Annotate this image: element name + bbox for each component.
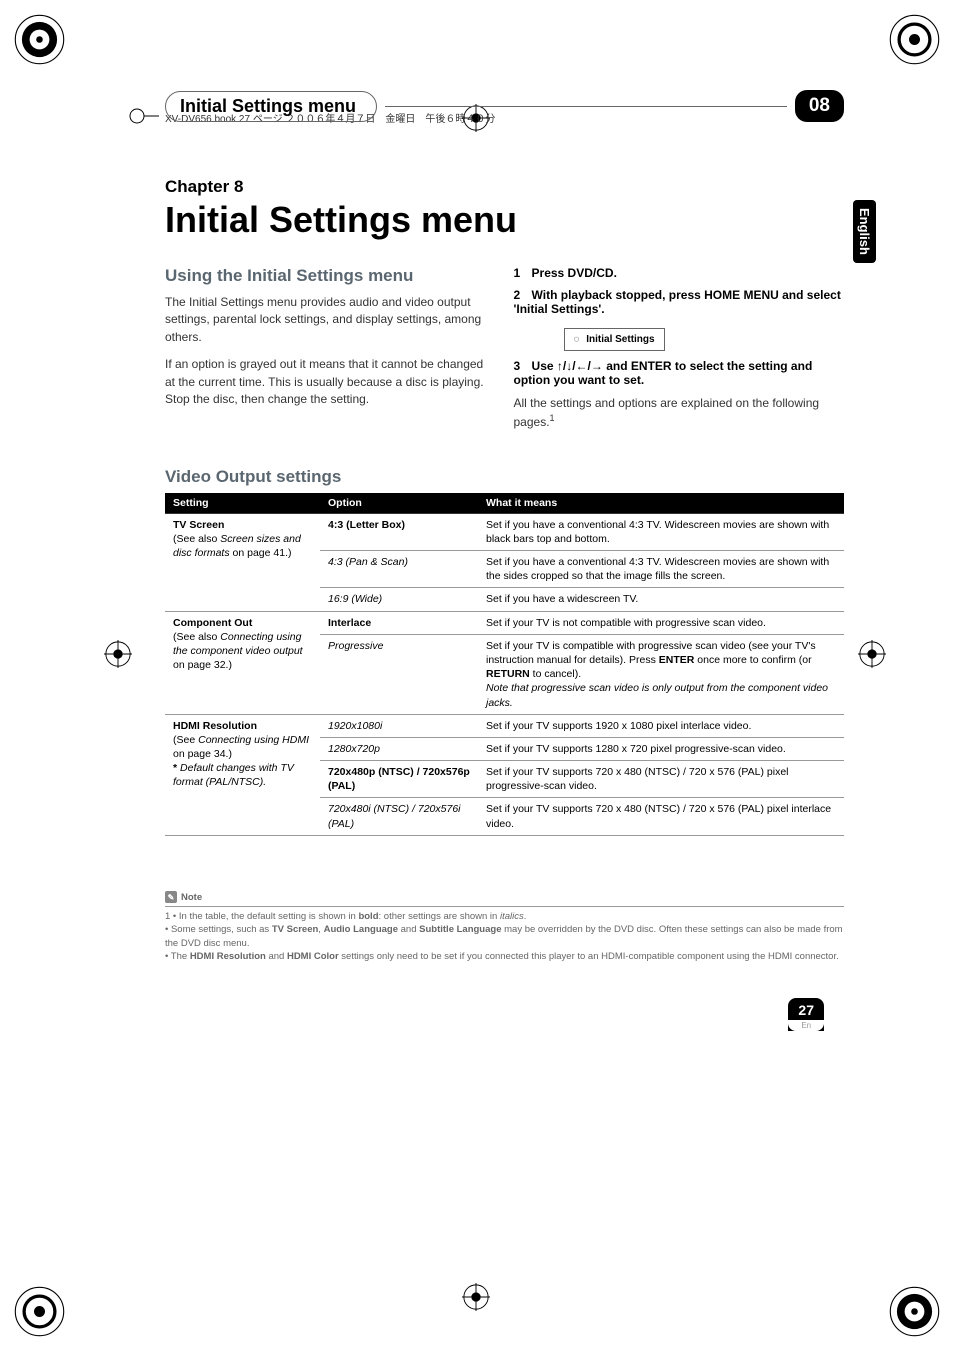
step-1: 1 Press DVD/CD. — [514, 266, 845, 280]
note-line-3: • The HDMI Resolution and HDMI Color set… — [165, 950, 844, 963]
note-line-2: • Some settings, such as TV Screen, Audi… — [165, 923, 844, 950]
step-3-explain: All the settings and options are explain… — [514, 395, 845, 432]
cell-setting: TV Screen(See also Screen sizes and disc… — [165, 513, 320, 611]
step-3-arrows: ↑/↓/←/→ — [557, 359, 603, 373]
step-1-text: Press DVD/CD. — [532, 266, 617, 280]
table-row: HDMI Resolution(See Connecting using HDM… — [165, 714, 844, 737]
th-meaning: What it means — [478, 493, 844, 514]
footnote-ref: 1 — [550, 413, 555, 423]
cell-option: 4:3 (Pan & Scan) — [320, 551, 478, 588]
cell-meaning: Set if your TV supports 720 x 480 (NTSC)… — [478, 798, 844, 835]
cell-meaning: Set if you have a conventional 4:3 TV. W… — [478, 513, 844, 550]
step-2-num: 2 — [514, 288, 521, 302]
cell-option: 1280x720p — [320, 737, 478, 760]
video-output-heading: Video Output settings — [165, 467, 844, 487]
cell-setting: Component Out(See also Connecting using … — [165, 611, 320, 714]
cell-meaning: Set if your TV supports 1920 x 1080 pixe… — [478, 714, 844, 737]
page-lang: En — [788, 1020, 824, 1031]
page-header: Initial Settings menu 08 — [165, 90, 844, 122]
cell-meaning: Set if your TV supports 720 x 480 (NTSC)… — [478, 761, 844, 798]
cell-option: 16:9 (Wide) — [320, 588, 478, 611]
chapter-label: Chapter 8 — [165, 177, 844, 197]
initial-settings-box-label: Initial Settings — [586, 334, 654, 345]
note-icon: ✎ — [165, 891, 177, 903]
cell-meaning: Set if you have a conventional 4:3 TV. W… — [478, 551, 844, 588]
main-title: Initial Settings menu — [165, 199, 844, 241]
note-label: ✎ Note — [165, 891, 844, 907]
cell-meaning: Set if you have a widescreen TV. — [478, 588, 844, 611]
crop-mark-br — [887, 1284, 942, 1339]
step-2: 2 With playback stopped, press HOME MENU… — [514, 288, 845, 316]
settings-table: Setting Option What it means TV Screen(S… — [165, 493, 844, 836]
note-line-1: 1 • In the table, the default setting is… — [165, 910, 844, 923]
cell-option: 1920x1080i — [320, 714, 478, 737]
language-tab: English — [853, 200, 876, 263]
intro-para-2: If an option is grayed out it means that… — [165, 356, 496, 408]
crop-mark-bl — [12, 1284, 67, 1339]
step-3: 3 Use ↑/↓/←/→ and ENTER to select the se… — [514, 359, 845, 387]
cell-meaning: Set if your TV is compatible with progre… — [478, 634, 844, 714]
cell-option: 720x480p (NTSC) / 720x576p (PAL) — [320, 761, 478, 798]
cell-setting: HDMI Resolution(See Connecting using HDM… — [165, 714, 320, 835]
header-divider — [385, 106, 787, 107]
intro-para-1: The Initial Settings menu provides audio… — [165, 294, 496, 346]
page-number-wrap: 27 En — [165, 998, 844, 1033]
page-number: 27 — [798, 1002, 814, 1018]
cell-meaning: Set if your TV is not compatible with pr… — [478, 611, 844, 634]
footnote-block: ✎ Note 1 • In the table, the default set… — [165, 891, 844, 963]
header-title: Initial Settings menu — [180, 96, 356, 117]
step-3-num: 3 — [514, 359, 521, 373]
step-1-num: 1 — [514, 266, 521, 280]
step-3-pre: Use — [532, 359, 557, 373]
cell-option: 4:3 (Letter Box) — [320, 513, 478, 550]
table-row: TV Screen(See also Screen sizes and disc… — [165, 513, 844, 550]
disc-icon: ◌ — [574, 334, 580, 345]
th-option: Option — [320, 493, 478, 514]
th-setting: Setting — [165, 493, 320, 514]
cell-option: Interlace — [320, 611, 478, 634]
table-row: Component Out(See also Connecting using … — [165, 611, 844, 634]
registration-mark-bottom — [462, 1283, 490, 1311]
cell-option: Progressive — [320, 634, 478, 714]
step-2-text: With playback stopped, press HOME MENU a… — [514, 288, 841, 316]
header-chapter-number: 08 — [795, 90, 844, 122]
cell-option: 720x480i (NTSC) / 720x576i (PAL) — [320, 798, 478, 835]
using-heading: Using the Initial Settings menu — [165, 266, 496, 286]
initial-settings-box: ◌ Initial Settings — [564, 328, 665, 351]
cell-meaning: Set if your TV supports 1280 x 720 pixel… — [478, 737, 844, 760]
